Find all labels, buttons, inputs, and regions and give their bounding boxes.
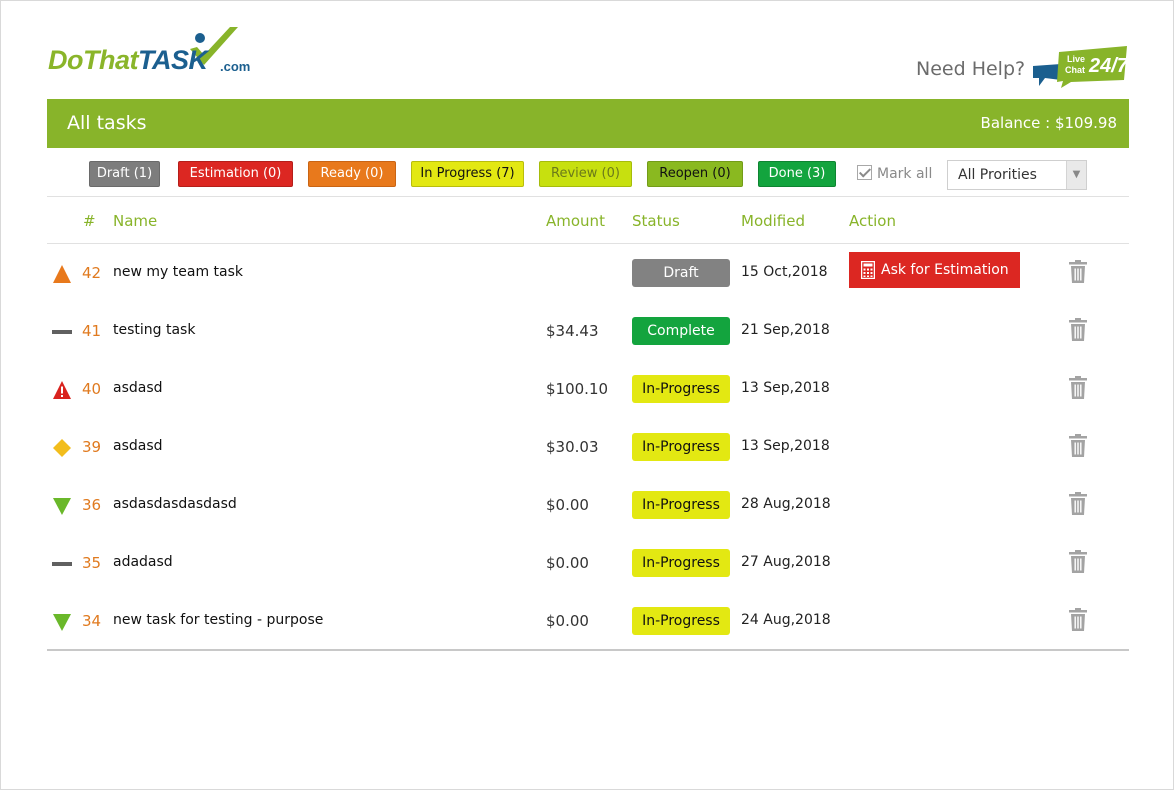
task-amount: $100.10 [546, 380, 609, 398]
filter-estimation-button[interactable]: Estimation (0) [178, 161, 293, 187]
priority-high-triangle-icon [53, 265, 71, 283]
status-badge: In-Progress [632, 375, 730, 403]
filter-in-progress-button[interactable]: In Progress (7) [411, 161, 524, 187]
status-filter-bar: Draft (1) Estimation (0) Ready (0) In Pr… [47, 148, 1129, 197]
ask-for-estimation-button[interactable]: Ask for Estimation [849, 252, 1020, 288]
task-modified-date: 21 Sep,2018 [741, 322, 830, 338]
priority-urgent-warning-icon [53, 381, 71, 399]
priority-medium-diamond-icon [53, 439, 71, 457]
page-header-bar: All tasks Balance : $109.98 [47, 99, 1129, 148]
task-modified-date: 27 Aug,2018 [741, 554, 831, 570]
balance-text: Balance : $109.98 [980, 114, 1117, 132]
page-title: All tasks [67, 112, 147, 134]
live-chat-icon[interactable]: Live Chat 24/7 [1031, 46, 1129, 88]
task-number[interactable]: 35 [82, 554, 101, 572]
chat-hours-text: 24/7 [1088, 55, 1129, 77]
column-action: Action [849, 212, 896, 230]
task-number[interactable]: 39 [82, 438, 101, 456]
filter-review-button[interactable]: Review (0) [539, 161, 632, 187]
trash-icon[interactable] [1069, 492, 1087, 515]
status-badge: In-Progress [632, 549, 730, 577]
task-amount: $0.00 [546, 554, 589, 572]
task-modified-date: 24 Aug,2018 [741, 612, 831, 628]
chat-live-text: Live [1067, 54, 1085, 64]
filter-ready-button[interactable]: Ready (0) [308, 161, 396, 187]
table-header: # Name Amount Status Modified Action [47, 197, 1129, 244]
status-badge: In-Progress [632, 433, 730, 461]
trash-icon[interactable] [1069, 260, 1087, 283]
task-number[interactable]: 42 [82, 264, 101, 282]
logo-text: DoThatTASK [48, 45, 208, 76]
chat-chat-text: Chat [1065, 65, 1085, 75]
calculator-icon [861, 261, 875, 279]
table-row[interactable]: 41 testing task $34.43 Complete 21 Sep,2… [47, 302, 1129, 360]
chevron-down-icon: ▼ [1066, 161, 1086, 189]
task-name[interactable]: testing task [113, 322, 195, 338]
task-amount: $34.43 [546, 322, 599, 340]
trash-icon[interactable] [1069, 434, 1087, 457]
task-amount: $30.03 [546, 438, 599, 456]
app-frame: DoThatTASK .com Need Help? Live Chat 24/… [0, 0, 1174, 790]
task-amount: $0.00 [546, 496, 589, 514]
task-name[interactable]: new task for testing - purpose [113, 612, 323, 628]
status-badge: In-Progress [632, 491, 730, 519]
task-name[interactable]: adadasd [113, 554, 173, 570]
task-modified-date: 28 Aug,2018 [741, 496, 831, 512]
table-row[interactable]: 36 asdasdasdasdasd $0.00 In-Progress 28 … [47, 476, 1129, 534]
trash-icon[interactable] [1069, 318, 1087, 341]
table-row[interactable]: 39 asdasd $30.03 In-Progress 13 Sep,2018 [47, 418, 1129, 476]
logo-suffix: .com [220, 59, 251, 74]
status-badge: In-Progress [632, 607, 730, 635]
task-name[interactable]: asdasdasdasdasd [113, 496, 237, 512]
trash-icon[interactable] [1069, 608, 1087, 631]
logo-task: TAS [137, 45, 189, 75]
task-name[interactable]: asdasd [113, 380, 163, 396]
table-row[interactable]: 42 new my team task Draft 15 Oct,2018 As… [47, 244, 1129, 302]
task-table-body: 42 new my team task Draft 15 Oct,2018 As… [47, 244, 1129, 651]
logo[interactable]: DoThatTASK .com [48, 25, 251, 77]
task-number[interactable]: 34 [82, 612, 101, 630]
task-name[interactable]: new my team task [113, 264, 243, 280]
priority-low-triangle-icon [53, 614, 71, 631]
ask-for-estimation-label: Ask for Estimation [881, 262, 1009, 278]
trash-icon[interactable] [1069, 376, 1087, 399]
task-number[interactable]: 40 [82, 380, 101, 398]
table-row[interactable]: 40 asdasd $100.10 In-Progress 13 Sep,201… [47, 360, 1129, 418]
table-row[interactable]: 34 new task for testing - purpose $0.00 … [47, 592, 1129, 650]
task-number[interactable]: 41 [82, 322, 101, 340]
trash-icon[interactable] [1069, 550, 1087, 573]
priority-low-triangle-icon [53, 498, 71, 515]
task-modified-date: 15 Oct,2018 [741, 264, 828, 280]
priority-normal-dash-icon [52, 330, 72, 334]
task-modified-date: 13 Sep,2018 [741, 380, 830, 396]
task-number[interactable]: 36 [82, 496, 101, 514]
filter-reopen-button[interactable]: Reopen (0) [647, 161, 743, 187]
column-number[interactable]: # [83, 212, 96, 230]
priority-normal-dash-icon [52, 562, 72, 566]
need-help-text: Need Help? [916, 58, 1026, 80]
checkbox-checked-icon [857, 165, 872, 180]
task-name[interactable]: asdasd [113, 438, 163, 454]
column-modified[interactable]: Modified [741, 212, 805, 230]
logo-do: DoThat [48, 45, 138, 75]
column-name[interactable]: Name [113, 212, 157, 230]
mark-all-label: Mark all [877, 166, 933, 182]
status-badge: Draft [632, 259, 730, 287]
task-modified-date: 13 Sep,2018 [741, 438, 830, 454]
column-status[interactable]: Status [632, 212, 680, 230]
filter-done-button[interactable]: Done (3) [758, 161, 836, 187]
logo-task-k: K [188, 45, 208, 75]
filter-draft-button[interactable]: Draft (1) [89, 161, 160, 187]
mark-all-checkbox[interactable]: Mark all [857, 165, 932, 182]
priority-select[interactable]: All Prorities ▼ [947, 160, 1087, 190]
table-row[interactable]: 35 adadasd $0.00 In-Progress 27 Aug,2018 [47, 534, 1129, 592]
priority-select-value: All Prorities [958, 167, 1037, 183]
status-badge: Complete [632, 317, 730, 345]
column-amount[interactable]: Amount [546, 212, 605, 230]
task-amount: $0.00 [546, 612, 589, 630]
